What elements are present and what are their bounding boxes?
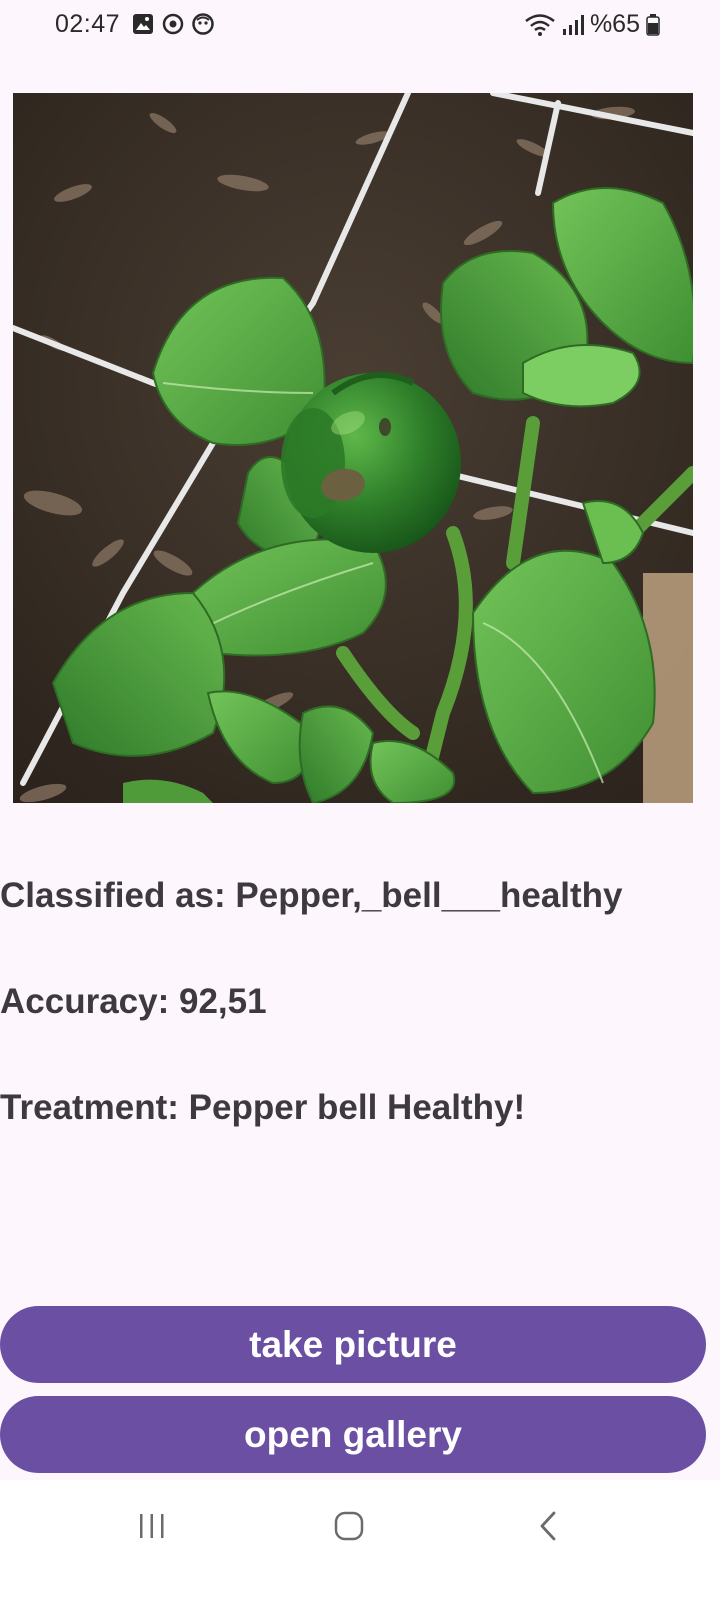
open-gallery-button[interactable]: open gallery xyxy=(0,1396,706,1473)
back-button[interactable] xyxy=(508,1500,588,1552)
system-status: %65 xyxy=(524,10,660,39)
sync-notification-icon xyxy=(162,13,184,35)
status-time: 02:47 xyxy=(55,10,121,38)
accuracy-result: Accuracy: 92,51 xyxy=(0,982,267,1021)
face-notification-icon xyxy=(192,13,214,35)
signal-icon xyxy=(562,14,584,35)
gallery-notification-icon xyxy=(133,14,153,34)
home-button[interactable] xyxy=(309,1500,389,1552)
navigation-bar xyxy=(0,1480,720,1600)
status-bar: 02:47 %65 xyxy=(0,0,720,52)
plant-photo xyxy=(13,93,693,803)
app-screen: 02:47 %65 Classified as: Pepper,_bell___… xyxy=(0,0,720,1600)
treatment-result: Treatment: Pepper bell Healthy! xyxy=(0,1088,526,1127)
recent-apps-button[interactable] xyxy=(112,1500,192,1552)
back-icon xyxy=(540,1511,556,1541)
home-icon xyxy=(334,1511,364,1541)
wifi-icon xyxy=(525,13,555,36)
take-picture-button[interactable]: take picture xyxy=(0,1306,706,1383)
recent-apps-icon xyxy=(140,1514,164,1538)
battery-percent: %65 xyxy=(589,10,640,38)
notification-icons xyxy=(132,13,214,35)
plant-photo-image xyxy=(13,93,693,803)
classification-result: Classified as: Pepper,_bell___healthy xyxy=(0,876,623,915)
battery-icon xyxy=(646,13,660,36)
